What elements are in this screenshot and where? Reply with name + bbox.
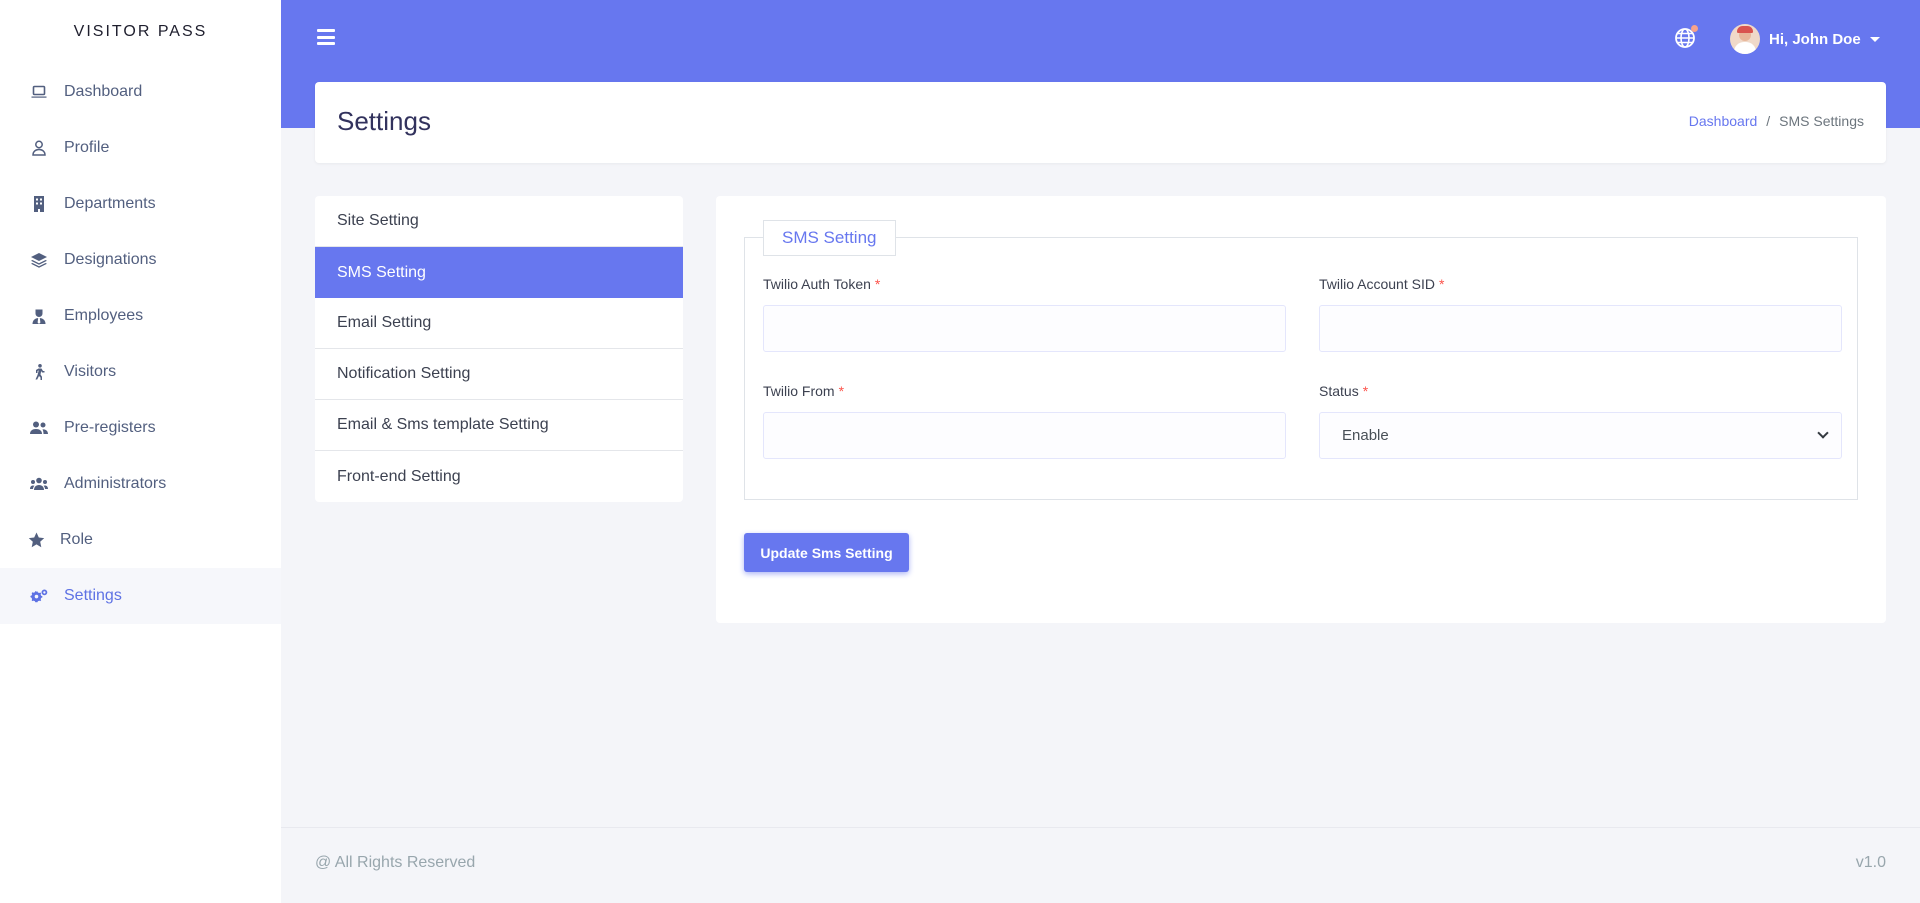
sidebar-nav: Dashboard Profile Departments Designatio… bbox=[0, 64, 281, 624]
settings-menu-email[interactable]: Email Setting bbox=[315, 298, 683, 349]
globe-icon[interactable] bbox=[1674, 25, 1698, 49]
required-mark: * bbox=[1362, 383, 1369, 399]
avatar bbox=[1730, 24, 1760, 54]
sidebar-item-label: Profile bbox=[64, 139, 110, 156]
auth-token-label: Twilio Auth Token * bbox=[763, 276, 1286, 292]
breadcrumb-separator: / bbox=[1766, 113, 1771, 129]
sidebar-item-employees[interactable]: Employees bbox=[0, 288, 281, 344]
chevron-down-icon bbox=[1817, 427, 1829, 439]
breadcrumb: Dashboard / SMS Settings bbox=[1689, 113, 1864, 129]
sidebar-item-label: Visitors bbox=[64, 363, 117, 380]
caret-down-icon bbox=[1869, 36, 1880, 42]
sms-settings-panel: SMS Setting Twilio Auth Token * Twilio Ac… bbox=[716, 196, 1886, 623]
status-label-text: Status bbox=[1319, 383, 1359, 399]
required-mark: * bbox=[838, 383, 845, 399]
status-select[interactable]: Enable bbox=[1319, 412, 1842, 459]
auth-token-group: Twilio Auth Token * bbox=[763, 276, 1286, 352]
status-label: Status * bbox=[1319, 383, 1842, 399]
sidebar-item-role[interactable]: Role bbox=[0, 512, 281, 568]
status-select-value: Enable bbox=[1342, 427, 1389, 444]
sidebar-item-label: Dashboard bbox=[64, 83, 143, 100]
building-icon bbox=[30, 195, 48, 213]
auth-token-label-text: Twilio Auth Token bbox=[763, 276, 871, 292]
sidebar-item-label: Employees bbox=[64, 307, 144, 324]
user-menu[interactable]: Hi, John Doe bbox=[1730, 24, 1880, 54]
fieldset-legend: SMS Setting bbox=[763, 220, 896, 256]
sidebar-item-label: Pre-registers bbox=[64, 419, 156, 436]
auth-token-input[interactable] bbox=[763, 305, 1286, 352]
status-group: Status * Enable bbox=[1319, 383, 1842, 459]
breadcrumb-current: SMS Settings bbox=[1779, 113, 1864, 129]
sidebar-item-label: Departments bbox=[64, 195, 156, 212]
sidebar-item-administrators[interactable]: Administrators bbox=[0, 456, 281, 512]
settings-menu-site[interactable]: Site Setting bbox=[315, 196, 683, 247]
laptop-icon bbox=[30, 83, 48, 101]
sidebar-item-label: Administrators bbox=[64, 475, 167, 492]
settings-menu-sms[interactable]: SMS Setting bbox=[315, 247, 683, 298]
walking-icon bbox=[30, 363, 48, 381]
layers-icon bbox=[30, 251, 48, 269]
notification-dot bbox=[1691, 25, 1698, 32]
sidebar-item-profile[interactable]: Profile bbox=[0, 120, 281, 176]
required-mark: * bbox=[1438, 276, 1445, 292]
account-sid-label: Twilio Account SID * bbox=[1319, 276, 1842, 292]
users-icon bbox=[30, 419, 48, 437]
from-input[interactable] bbox=[763, 412, 1286, 459]
account-sid-group: Twilio Account SID * bbox=[1319, 276, 1842, 352]
from-group: Twilio From * bbox=[763, 383, 1286, 459]
breadcrumb-dashboard-link[interactable]: Dashboard bbox=[1689, 113, 1758, 129]
footer-version: v1.0 bbox=[1855, 854, 1886, 871]
footer-copyright: @ All Rights Reserved bbox=[315, 854, 476, 871]
sidebar: VISITOR PASS Dashboard Profile Departmen… bbox=[0, 0, 281, 903]
users-group-icon bbox=[30, 475, 48, 493]
cogs-icon bbox=[30, 587, 48, 605]
from-label: Twilio From * bbox=[763, 383, 1286, 399]
page-title: Settings bbox=[337, 106, 431, 136]
user-greeting: Hi, John Doe bbox=[1769, 30, 1861, 48]
settings-menu: Site Setting SMS Setting Email Setting N… bbox=[315, 196, 683, 502]
brand-title[interactable]: VISITOR PASS bbox=[0, 0, 281, 64]
account-sid-input[interactable] bbox=[1319, 305, 1842, 352]
settings-menu-notification[interactable]: Notification Setting bbox=[315, 349, 683, 400]
sidebar-item-pre-registers[interactable]: Pre-registers bbox=[0, 400, 281, 456]
settings-menu-frontend[interactable]: Front-end Setting bbox=[315, 451, 683, 502]
page-header-card: Settings Dashboard / SMS Settings bbox=[315, 82, 1886, 163]
user-icon bbox=[30, 139, 48, 157]
required-mark: * bbox=[874, 276, 881, 292]
from-label-text: Twilio From bbox=[763, 383, 835, 399]
sms-settings-fieldset: SMS Setting Twilio Auth Token * Twilio Ac… bbox=[744, 220, 1858, 500]
sidebar-item-visitors[interactable]: Visitors bbox=[0, 344, 281, 400]
sidebar-item-dashboard[interactable]: Dashboard bbox=[0, 64, 281, 120]
user-tie-icon bbox=[30, 307, 48, 325]
sidebar-item-settings[interactable]: Settings bbox=[0, 568, 281, 624]
settings-menu-template[interactable]: Email & Sms template Setting bbox=[315, 400, 683, 451]
account-sid-label-text: Twilio Account SID bbox=[1319, 276, 1435, 292]
update-sms-setting-button[interactable]: Update Sms Setting bbox=[744, 533, 909, 572]
sidebar-item-label: Settings bbox=[64, 587, 122, 604]
sidebar-item-label: Role bbox=[60, 531, 93, 548]
sidebar-item-designations[interactable]: Designations bbox=[0, 232, 281, 288]
star-icon bbox=[27, 531, 45, 549]
footer: @ All Rights Reserved v1.0 bbox=[281, 827, 1920, 903]
sidebar-item-departments[interactable]: Departments bbox=[0, 176, 281, 232]
menu-toggle-icon[interactable] bbox=[317, 29, 335, 45]
sidebar-item-label: Designations bbox=[64, 251, 157, 268]
